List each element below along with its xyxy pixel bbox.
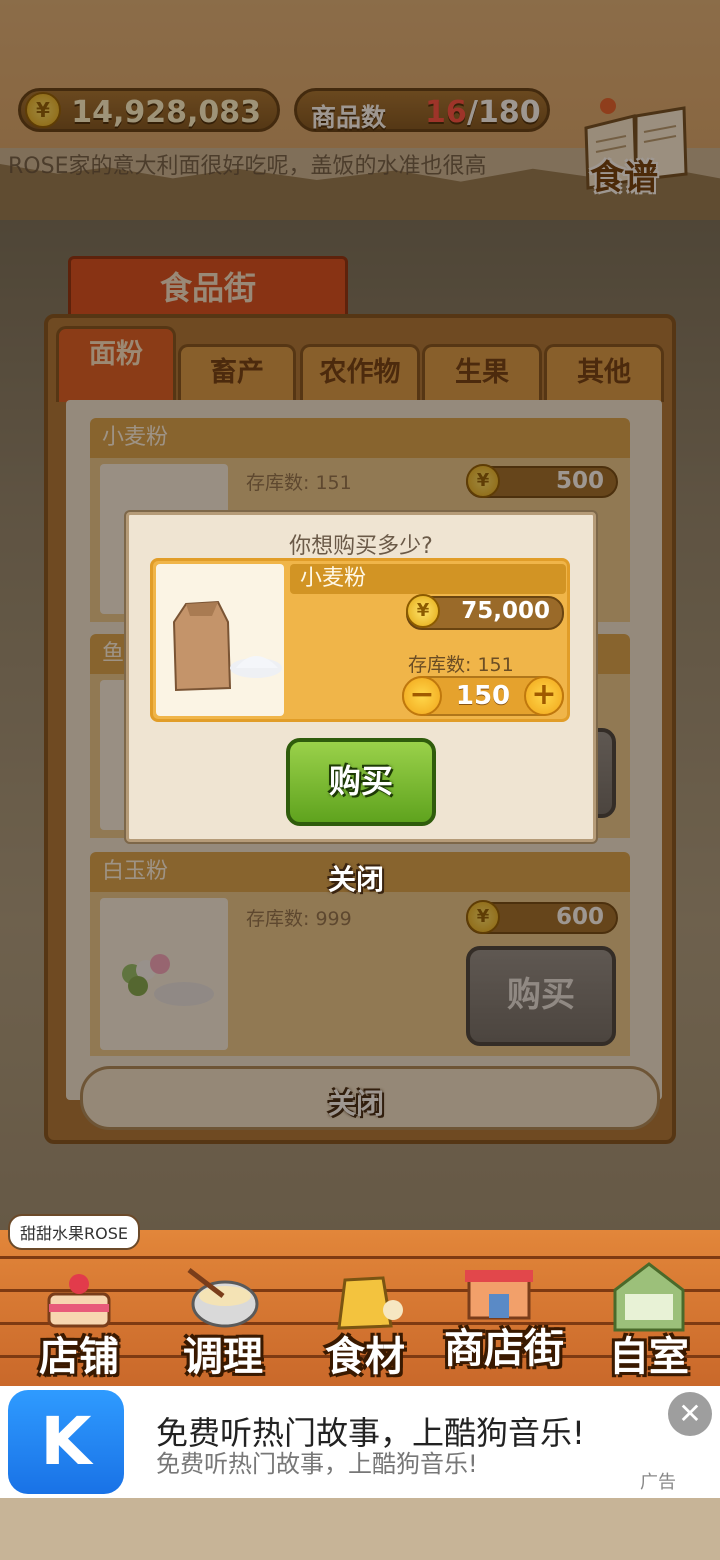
flour-bag-image bbox=[172, 600, 282, 692]
increase-quantity-button[interactable]: + bbox=[524, 676, 564, 716]
cake-icon bbox=[47, 1274, 111, 1328]
quantity-value: 150 bbox=[455, 681, 511, 711]
nav-shopping-street[interactable]: 商店街 bbox=[434, 1234, 574, 1374]
dialog-item-name: 小麦粉 bbox=[290, 564, 566, 594]
nav-label: 调理 bbox=[183, 1334, 263, 1380]
coin-icon: ¥ bbox=[406, 594, 440, 628]
dialog-total-price-value: 75,000 bbox=[461, 598, 550, 624]
close-icon[interactable]: ✕ bbox=[668, 1392, 712, 1436]
footer-background bbox=[0, 1498, 720, 1560]
dialog-total-price: ¥ 75,000 bbox=[406, 594, 564, 630]
nav-label: 店铺 bbox=[39, 1334, 119, 1380]
kugou-logo-icon[interactable]: K bbox=[8, 1390, 124, 1494]
nav-label: 自室 bbox=[609, 1334, 689, 1380]
dialog-question: 你想购买多少? bbox=[289, 534, 433, 559]
nav-my-room[interactable]: 自室 bbox=[584, 1242, 714, 1382]
confirm-buy-button[interactable]: 购买 bbox=[286, 738, 436, 826]
ad-subtitle[interactable]: 免费听热门故事，上酷狗音乐! bbox=[156, 1444, 478, 1479]
nav-ingredients[interactable]: 食材 bbox=[300, 1242, 430, 1382]
storefront-icon bbox=[465, 1270, 533, 1320]
decrease-quantity-button[interactable]: − bbox=[402, 676, 442, 716]
nav-cooking[interactable]: 调理 bbox=[158, 1242, 288, 1382]
mixing-bowl-icon bbox=[187, 1268, 259, 1328]
nav-label: 商店街 bbox=[444, 1326, 564, 1372]
nav-label: 食材 bbox=[325, 1334, 405, 1380]
close-dialog-button[interactable]: 关闭 bbox=[328, 858, 384, 898]
nav-shop[interactable]: 店铺 bbox=[14, 1242, 144, 1382]
ad-tag: 广告 bbox=[640, 1472, 676, 1493]
dialog-stock: 存库数: 151 bbox=[408, 654, 514, 676]
dialog-item-thumbnail bbox=[156, 564, 284, 716]
staff-only-sign-icon bbox=[613, 1262, 685, 1332]
ingredient-bag-icon bbox=[337, 1276, 403, 1330]
